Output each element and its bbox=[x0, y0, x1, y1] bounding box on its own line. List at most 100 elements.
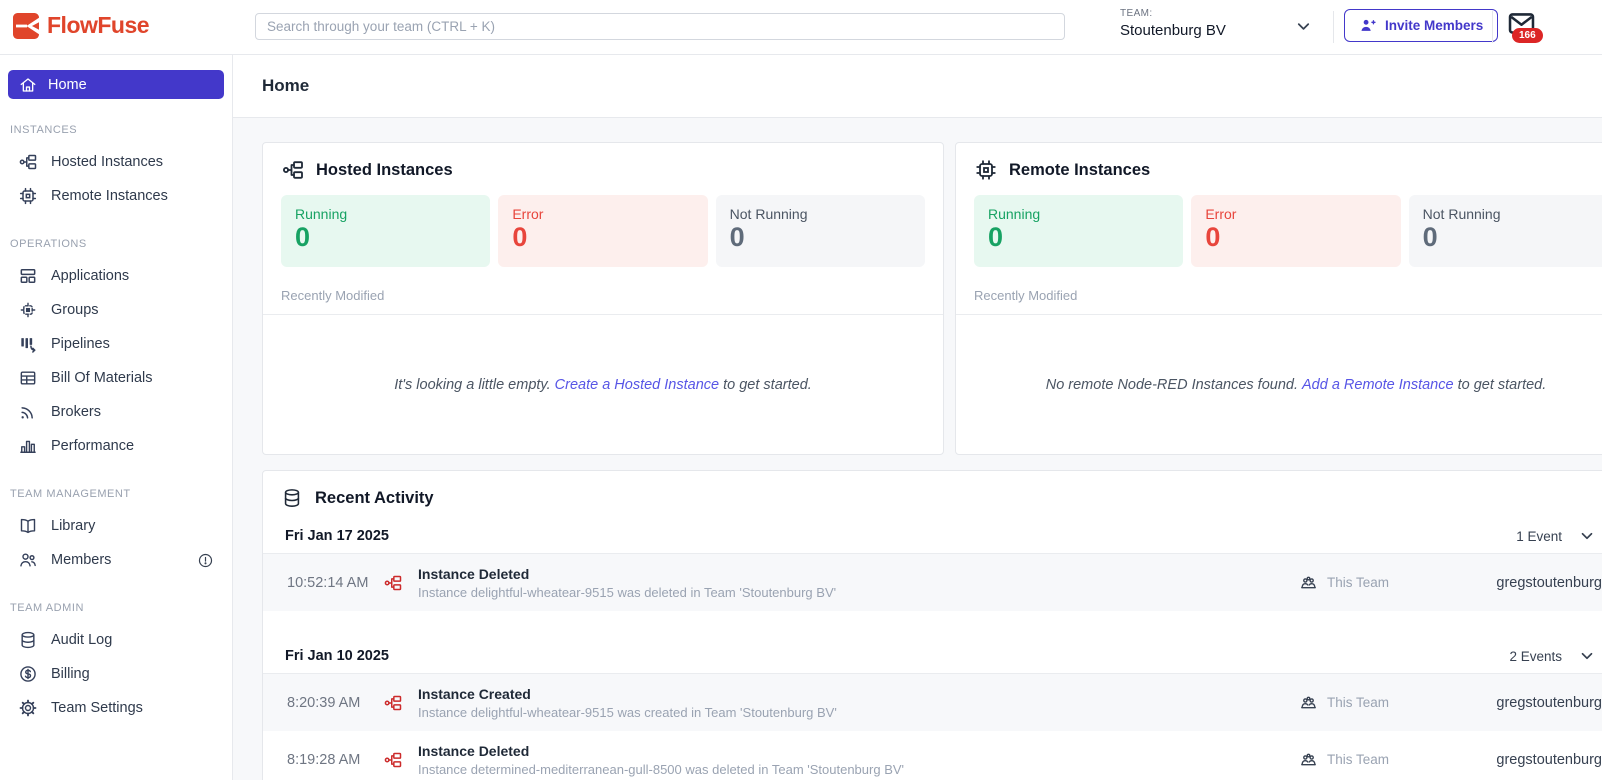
sidebar-item-label: Billing bbox=[51, 666, 90, 682]
remote-instances-icon bbox=[974, 158, 998, 182]
sidebar-item-pipelines[interactable]: Pipelines bbox=[8, 327, 224, 361]
sidebar-item-performance[interactable]: Performance bbox=[8, 429, 224, 463]
invite-members-button[interactable]: Invite Members bbox=[1344, 9, 1499, 42]
sidebar-item-label: Performance bbox=[51, 438, 135, 454]
create-hosted-instance-link[interactable]: Create a Hosted Instance bbox=[555, 377, 719, 393]
running-stat: Running 0 bbox=[974, 195, 1184, 267]
recently-modified-label: Recently Modified bbox=[974, 288, 1078, 303]
error-stat: Error 0 bbox=[498, 195, 708, 267]
team-selector[interactable]: TEAM: Stoutenburg BV bbox=[1120, 8, 1226, 39]
event-scope: This Team bbox=[1299, 693, 1389, 712]
sidebar-item-label: Bill Of Materials bbox=[51, 370, 153, 386]
home-icon bbox=[19, 76, 37, 94]
flowfuse-logo-icon bbox=[13, 13, 39, 39]
chevron-down-icon[interactable] bbox=[1294, 17, 1313, 36]
activity-group-header: Fri Jan 10 2025 2 Events bbox=[263, 639, 1602, 673]
event-scope-label: This Team bbox=[1326, 695, 1389, 710]
sidebar: Home INSTANCES Hosted Instances Remote I… bbox=[0, 55, 233, 780]
sidebar-item-groups[interactable]: Groups bbox=[8, 293, 224, 327]
chevron-down-icon[interactable] bbox=[1578, 527, 1596, 545]
event-count: 1 Event bbox=[1516, 528, 1562, 544]
activity-date: Fri Jan 17 2025 bbox=[285, 528, 389, 544]
sidebar-item-billing[interactable]: Billing bbox=[8, 657, 224, 691]
notifications-button[interactable]: 166 bbox=[1506, 9, 1550, 51]
empty-text: No remote Node-RED Instances found. bbox=[1045, 376, 1298, 393]
event-count: 2 Events bbox=[1509, 648, 1562, 664]
sidebar-item-applications[interactable]: Applications bbox=[8, 259, 224, 293]
card-header: Hosted Instances bbox=[263, 143, 943, 195]
stat-label: Running bbox=[988, 206, 1041, 222]
applications-icon bbox=[18, 266, 38, 286]
event-time: 8:20:39 AM bbox=[287, 694, 361, 711]
sidebar-item-home[interactable]: Home bbox=[8, 70, 224, 99]
search-input[interactable] bbox=[255, 13, 1065, 40]
team-icon bbox=[1299, 573, 1318, 592]
event-time: 8:19:28 AM bbox=[287, 751, 361, 768]
stat-label: Not Running bbox=[1422, 206, 1501, 222]
sidebar-item-bill-of-materials[interactable]: Bill Of Materials bbox=[8, 361, 224, 395]
sidebar-item-hosted-instances[interactable]: Hosted Instances bbox=[8, 145, 224, 179]
database-icon bbox=[281, 487, 303, 509]
activity-row: 8:20:39 AM Instance Created Instance del… bbox=[263, 674, 1602, 731]
sidebar-section-label: INSTANCES bbox=[10, 124, 78, 136]
card-title: Hosted Instances bbox=[316, 160, 453, 179]
person-plus-icon bbox=[1359, 17, 1376, 34]
event-scope-label: This Team bbox=[1326, 575, 1389, 590]
header-divider bbox=[1492, 11, 1493, 43]
stat-label: Error bbox=[512, 206, 544, 222]
audit-log-icon bbox=[18, 630, 38, 650]
event-scope: This Team bbox=[1299, 750, 1389, 769]
flowfuse-logo-text: FlowFuse bbox=[47, 12, 150, 38]
remote-instances-card: Remote Instances Running 0 Error 0 Not R… bbox=[955, 142, 1602, 455]
hosted-instances-icon bbox=[18, 152, 38, 172]
stats-row: Running 0 Error 0 Not Running 0 bbox=[281, 195, 925, 267]
settings-icon bbox=[18, 698, 38, 718]
sidebar-item-audit-log[interactable]: Audit Log bbox=[8, 623, 224, 657]
sidebar-item-label: Members bbox=[51, 552, 112, 568]
event-scope: This Team bbox=[1299, 573, 1389, 592]
not-running-stat: Not Running 0 bbox=[715, 195, 925, 267]
sidebar-item-label: Audit Log bbox=[51, 632, 113, 648]
billing-icon bbox=[18, 664, 38, 684]
stat-value: 0 bbox=[512, 222, 528, 252]
stat-value: 0 bbox=[729, 222, 745, 252]
event-user: gregstoutenburg bbox=[1496, 574, 1602, 591]
activity-group-header: Fri Jan 17 2025 1 Event bbox=[263, 519, 1602, 553]
alert-icon bbox=[197, 552, 214, 569]
flowfuse-logo[interactable]: FlowFuse bbox=[13, 12, 150, 39]
error-stat: Error 0 bbox=[1191, 195, 1401, 267]
add-remote-instance-link[interactable]: Add a Remote Instance bbox=[1302, 377, 1454, 393]
stat-value: 0 bbox=[295, 222, 311, 252]
library-icon bbox=[18, 516, 38, 536]
event-scope-label: This Team bbox=[1326, 752, 1389, 767]
team-label: TEAM: bbox=[1120, 8, 1153, 19]
team-icon bbox=[1299, 750, 1318, 769]
sidebar-section: TEAM MANAGEMENT Library Members bbox=[8, 488, 224, 577]
event-time: 10:52:14 AM bbox=[287, 574, 369, 591]
sidebar-item-members[interactable]: Members bbox=[8, 543, 224, 577]
sidebar-item-remote-instances[interactable]: Remote Instances bbox=[8, 179, 224, 213]
sidebar-item-label: Brokers bbox=[51, 404, 101, 420]
activity-group: Fri Jan 10 2025 2 Events 8:20:39 AM Inst… bbox=[263, 639, 1602, 780]
title-strip: Home bbox=[233, 55, 1602, 118]
recent-activity-panel: Recent Activity Fri Jan 17 2025 1 Event … bbox=[262, 470, 1602, 780]
sidebar-section-label: TEAM MANAGEMENT bbox=[10, 488, 131, 500]
sidebar-item-library[interactable]: Library bbox=[8, 509, 224, 543]
sidebar-item-label: Groups bbox=[51, 302, 99, 318]
recently-modified-label: Recently Modified bbox=[281, 288, 385, 303]
header-divider bbox=[1333, 11, 1334, 43]
empty-text: It's looking a little empty. bbox=[394, 376, 551, 393]
sidebar-item-label: Applications bbox=[51, 268, 130, 284]
sidebar-item-brokers[interactable]: Brokers bbox=[8, 395, 224, 429]
sidebar-item-label: Team Settings bbox=[51, 700, 143, 716]
performance-icon bbox=[18, 436, 38, 456]
activity-title: Recent Activity bbox=[315, 488, 434, 507]
sidebar-section-label: OPERATIONS bbox=[10, 238, 87, 250]
app-header: FlowFuse TEAM: Stoutenburg BV Invite Mem… bbox=[0, 0, 1602, 55]
notification-badge: 166 bbox=[1512, 28, 1543, 43]
stat-label: Error bbox=[1205, 206, 1237, 222]
event-title: Instance Deleted bbox=[418, 742, 530, 759]
sidebar-item-team-settings[interactable]: Team Settings bbox=[8, 691, 224, 725]
stat-value: 0 bbox=[1422, 222, 1438, 252]
chevron-down-icon[interactable] bbox=[1578, 647, 1596, 665]
